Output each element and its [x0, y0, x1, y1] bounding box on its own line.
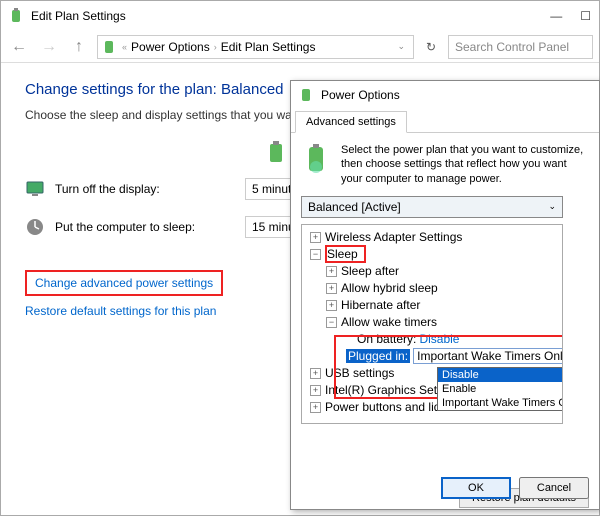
restore-defaults-link[interactable]: Restore default settings for this plan [25, 304, 216, 318]
help-text: Select the power plan that you want to c… [341, 143, 589, 186]
tree-node-sleep[interactable]: −Sleep [304, 246, 560, 263]
breadcrumb-part[interactable]: Power Options [131, 40, 210, 54]
sleep-label: Put the computer to sleep: [55, 220, 245, 234]
settings-tree[interactable]: +Wireless Adapter Settings −Sleep +Sleep… [301, 224, 563, 424]
expand-icon[interactable]: + [310, 385, 321, 396]
tree-node-hybrid-sleep[interactable]: +Allow hybrid sleep [304, 280, 560, 297]
power-plan-value: Balanced [Active] [308, 200, 401, 214]
navbar: ← → ↑ « Power Options › Edit Plan Settin… [1, 31, 599, 63]
dropdown-option-important[interactable]: Important Wake Timers Only [438, 396, 563, 410]
display-icon [25, 179, 45, 199]
power-plan-dropdown[interactable]: Balanced [Active] ⌄ [301, 196, 563, 218]
chevron-down-icon[interactable]: ⌄ [393, 41, 409, 52]
refresh-button[interactable]: ↻ [420, 36, 442, 58]
maximize-button[interactable]: ☐ [580, 9, 591, 23]
highlight-box: Change advanced power settings [25, 270, 223, 296]
collapse-icon[interactable]: − [310, 249, 321, 260]
breadcrumb-part[interactable]: Edit Plan Settings [221, 40, 316, 54]
power-plan-large-icon [301, 143, 333, 175]
dropdown-option-disable[interactable]: Disable [438, 368, 563, 382]
search-input[interactable]: Search Control Panel [448, 35, 593, 59]
expand-icon[interactable]: + [326, 300, 337, 311]
plugged-in-dropdown-menu: Disable Enable Important Wake Timers Onl… [437, 367, 563, 411]
window-controls: — ☐ [550, 9, 591, 23]
dialog-title: Power Options [321, 88, 400, 102]
cancel-button[interactable]: Cancel [519, 477, 589, 499]
tree-node-wireless[interactable]: +Wireless Adapter Settings [304, 229, 560, 246]
back-button[interactable]: ← [7, 35, 31, 59]
dialog-tabs: Advanced settings [291, 109, 599, 133]
tree-node-hibernate[interactable]: +Hibernate after [304, 297, 560, 314]
chevron-right-icon: › [214, 42, 217, 52]
tree-node-wake-timers[interactable]: −Allow wake timers [304, 314, 560, 331]
breadcrumb-sep-icon: « [122, 42, 127, 52]
window-title: Edit Plan Settings [31, 9, 550, 23]
change-advanced-link[interactable]: Change advanced power settings [35, 276, 213, 290]
up-button[interactable]: ↑ [67, 35, 91, 59]
dialog-buttons: OK Cancel [441, 477, 589, 499]
power-options-dialog: Power Options Advanced settings Select t… [290, 80, 600, 510]
expand-icon[interactable]: + [326, 283, 337, 294]
expand-icon[interactable]: + [310, 368, 321, 379]
dialog-body: Select the power plan that you want to c… [291, 133, 599, 471]
highlight-box: Sleep [325, 245, 366, 263]
help-row: Select the power plan that you want to c… [301, 143, 589, 186]
expand-icon[interactable]: + [310, 402, 321, 413]
dialog-titlebar: Power Options [291, 81, 599, 109]
minimize-button[interactable]: — [550, 9, 562, 23]
power-plan-icon [102, 39, 118, 55]
expand-icon[interactable]: + [310, 232, 321, 243]
tab-advanced-settings[interactable]: Advanced settings [295, 111, 407, 133]
collapse-icon[interactable]: − [326, 317, 337, 328]
display-label: Turn off the display: [55, 182, 245, 196]
titlebar: Edit Plan Settings — ☐ [1, 1, 599, 31]
forward-button[interactable]: → [37, 35, 61, 59]
battery-icon [265, 140, 289, 164]
ok-button[interactable]: OK [441, 477, 511, 499]
chevron-down-icon: ⌄ [548, 201, 556, 212]
tree-node-sleep-after[interactable]: +Sleep after [304, 263, 560, 280]
dropdown-option-enable[interactable]: Enable [438, 382, 563, 396]
breadcrumb[interactable]: « Power Options › Edit Plan Settings ⌄ [97, 35, 414, 59]
expand-icon[interactable]: + [326, 266, 337, 277]
sleep-icon [25, 217, 45, 237]
power-options-icon [299, 87, 315, 103]
power-options-icon [9, 8, 25, 24]
